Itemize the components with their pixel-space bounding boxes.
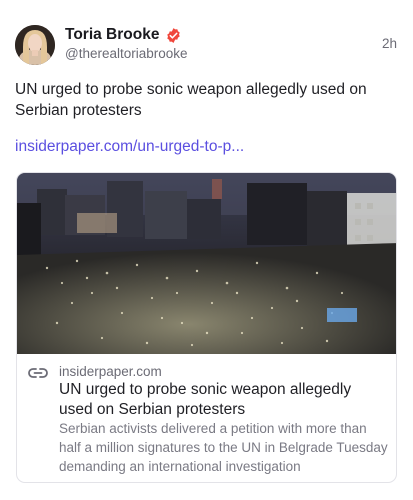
- avatar[interactable]: [15, 25, 55, 65]
- post-timestamp[interactable]: 2h: [382, 36, 397, 51]
- avatar-image: [15, 25, 55, 65]
- card-title: UN urged to probe sonic weapon allegedly…: [59, 381, 352, 418]
- author-display-name[interactable]: Toria Brooke: [65, 26, 159, 44]
- post-text: UN urged to probe sonic weapon allegedly…: [15, 81, 367, 119]
- link-preview-image: [17, 173, 396, 354]
- link-icon: [28, 366, 48, 380]
- card-domain: insiderpaper.com: [59, 364, 162, 379]
- verified-badge-icon: [165, 27, 182, 44]
- author-handle[interactable]: @therealtoriabrooke: [65, 46, 188, 61]
- post-link[interactable]: insiderpaper.com/un-urged-to-p...: [15, 138, 244, 156]
- link-preview-card[interactable]: insiderpaper.com UN urged to probe sonic…: [16, 172, 397, 483]
- card-description: Serbian activists delivered a petition w…: [59, 421, 388, 474]
- post: Toria Brooke @therealtoriabrooke 2h UN u…: [0, 0, 413, 500]
- author-name-row: Toria Brooke: [65, 26, 182, 44]
